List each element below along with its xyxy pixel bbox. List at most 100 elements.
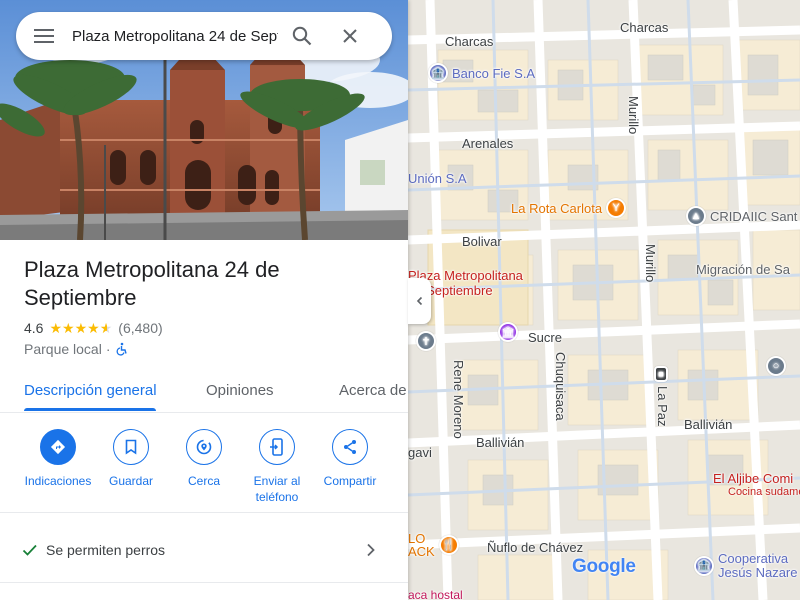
menu-button[interactable] [16,12,72,60]
send-to-phone-icon [259,429,295,465]
poi-union[interactable]: Unión S.A [408,171,467,186]
separator-dot: · [105,341,111,357]
poi-gray-marker[interactable]: ○ [766,356,786,376]
action-label: Cerca [187,474,220,488]
google-logo-text: Google [572,556,636,577]
rating-value: 4.6 [24,320,44,336]
nearby-button[interactable]: Cerca [168,429,240,489]
poi-label: La Rota Carlota [511,200,603,216]
poi-label: Cooperativa [718,551,789,566]
poi-banco-fie[interactable]: 🏦 Banco Fie S.A [428,63,535,83]
museum-icon: 🏛 [498,322,518,342]
poi-el-aljibe-category: Cocina sudamer [728,486,800,498]
amenity-label: Se permiten perros [46,542,166,558]
place-category[interactable]: Parque local [24,341,102,357]
action-label: Indicaciones [24,474,92,488]
amenity-dogs-allowed[interactable]: Se permiten perros [0,530,408,570]
collapse-panel-button[interactable] [408,278,431,324]
chevron-right-icon [367,543,375,557]
star-icon: ★ [49,320,63,336]
street-label-murillo: Murillo [626,96,641,135]
school-icon: ▲ [686,206,706,226]
bookmark-icon [113,429,149,465]
map-canvas[interactable]: Charcas Charcas Arenales Bolivar Sucre B… [408,0,800,600]
rating-stars: ★ ★ ★ ★ ★ [49,321,112,335]
place-side-panel: Plaza Metropolitana 24 de Septiembre 4.6… [0,0,408,600]
close-icon [343,29,357,43]
poi-label: Unión S.A [408,171,467,186]
street-label-charcas: Charcas [445,34,494,49]
search-input[interactable] [72,27,278,45]
poi-cooperativa[interactable]: 🏦 Cooperativa Jesús Nazare [694,552,797,580]
street-label-rene-moreno: Rene Moreno [451,360,466,439]
active-tab-indicator [24,408,156,411]
search-icon [292,26,312,46]
poi-casa-hostal[interactable]: aca hostal [408,588,463,600]
rating-row[interactable]: 4.6 ★ ★ ★ ★ ★ (6,480) [24,320,163,336]
bank-icon: 🏦 [694,556,714,576]
poi-label: CRIDAIIC Sant [710,208,798,224]
street-label-chuquisaca: Chuquisaca [553,352,568,421]
search-box [16,12,392,60]
poi-lo-ack[interactable]: LO ACK 🍴 [408,532,459,558]
action-buttons: Indicaciones Guardar Cerca Enviar al tel… [0,413,408,513]
restaurant-icon: 🍴 [438,535,459,555]
category-row: Parque local · [24,341,129,357]
half-star-icon: ★ [99,320,113,336]
send-to-phone-button[interactable]: Enviar al teléfono [241,429,313,505]
directions-button[interactable]: Indicaciones [22,429,94,489]
action-label: Enviar al teléfono [253,474,301,504]
place-title: Plaza Metropolitana 24 de Septiembre [24,257,280,310]
place-hero-photo[interactable] [0,0,408,240]
hamburger-menu-icon [34,29,54,43]
search-button[interactable] [278,12,326,60]
place-marker-icon: ○ [766,356,786,376]
poi-label: Jesús Nazare [718,565,798,580]
cocktail-icon: Y [606,198,627,218]
clear-search-button[interactable] [326,12,374,60]
tab-about[interactable]: Acerca de [339,368,407,412]
poi-cathedral[interactable]: ✝ [416,331,436,351]
poi-museum[interactable]: 🏛 [498,322,518,342]
street-label-ayacucho: gavi [408,445,432,460]
star-icon: ★ [87,320,100,336]
divider [0,582,408,583]
poi-label: ACK [408,544,435,559]
star-icon: ★ [62,320,75,336]
action-label: Guardar [108,474,154,488]
poi-label: Migración de Sa [696,262,790,277]
directions-icon [40,429,76,465]
street-label-murillo: Murillo [643,244,658,283]
star-icon: ★ [74,320,88,336]
church-icon: ✝ [416,331,436,351]
street-label-arenales: Arenales [462,136,514,151]
google-logo: Google [572,556,636,578]
nearby-icon [186,429,222,465]
bus-stop-icon: ■ [654,366,668,382]
save-button[interactable]: Guardar [95,429,167,489]
street-label-ballivian: Ballivián [684,417,733,432]
tab-reviews[interactable]: Opiniones [206,368,274,412]
poi-bus-stop[interactable]: ■ [654,366,668,382]
poi-cridaiic[interactable]: ▲ CRIDAIIC Sant [686,206,797,226]
poi-el-aljibe[interactable]: El Aljibe Comi [713,471,793,486]
poi-label: El Aljibe Comi [713,471,794,486]
street-label-la-paz: La Paz [655,386,670,427]
poi-label: aca hostal [408,588,463,600]
poi-label: Banco Fie S.A [452,65,536,81]
street-label-ballivian: Ballivián [476,435,525,450]
share-icon [332,429,368,465]
street-label-bolivar: Bolivar [462,234,502,249]
street-label-sucre: Sucre [528,330,562,345]
review-count[interactable]: (6,480) [118,320,162,336]
chevron-left-icon [416,296,422,306]
poi-migracion[interactable]: Migración de Sa [696,262,790,277]
share-button[interactable]: Compartir [314,429,386,489]
poi-la-rota-carlota[interactable]: La Rota Carlota Y [511,198,627,218]
street-label-nuflo-de-chavez: Ñuflo de Chávez [487,540,584,555]
action-label: Compartir [323,474,377,488]
bank-icon: 🏦 [428,63,448,83]
tab-overview[interactable]: Descripción general [24,368,157,412]
place-tabs: Descripción general Opiniones Acerca de [0,368,408,413]
check-icon [22,544,37,556]
